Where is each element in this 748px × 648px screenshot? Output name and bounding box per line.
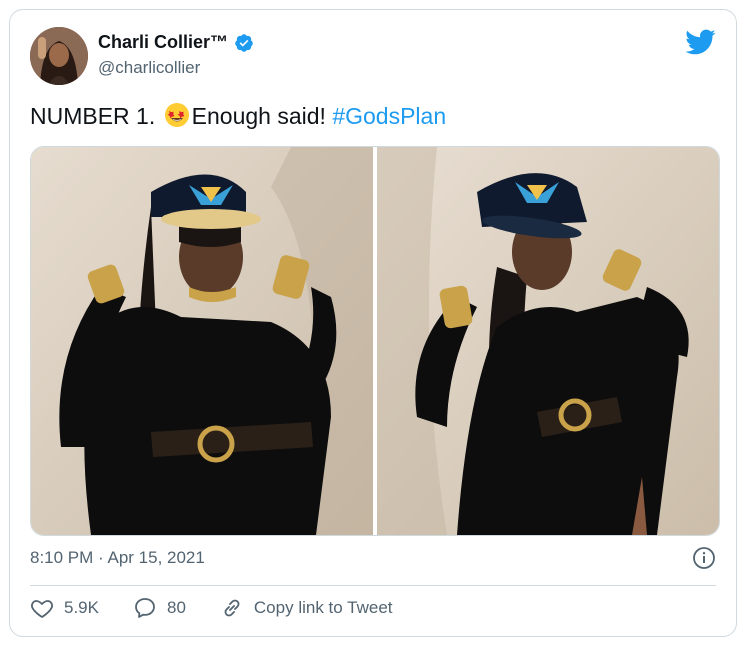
author-name[interactable]: Charli Collier™ (98, 32, 228, 53)
hashtag-link[interactable]: #GodsPlan (332, 103, 446, 129)
info-icon[interactable] (692, 546, 716, 570)
like-button[interactable]: 5.9K (30, 596, 99, 620)
avatar[interactable] (30, 27, 88, 85)
divider (30, 585, 716, 586)
author-handle[interactable]: @charlicollier (98, 58, 200, 78)
tweet-actions: 5.9K 80 Copy link to Tweet (30, 596, 427, 620)
star-struck-emoji-icon (164, 102, 190, 128)
photo-2[interactable] (376, 147, 719, 535)
tweet-text-part: NUMBER 1. (30, 103, 162, 129)
copy-link-label: Copy link to Tweet (253, 598, 393, 617)
tweet-timestamp[interactable]: 8:10 PM · Apr 15, 2021 (30, 548, 205, 568)
heart-icon (31, 600, 53, 618)
tweet-card[interactable]: Charli Collier™ @charlicollier NUMBER 1.… (9, 9, 737, 637)
tweet-text-part: Enough said! (191, 103, 333, 129)
tweet-text: NUMBER 1. Enough said! #GodsPlan (30, 102, 446, 130)
photo-1[interactable] (31, 147, 374, 535)
link-icon (224, 599, 240, 617)
speech-bubble-icon (135, 598, 155, 618)
tweet-media[interactable] (30, 146, 720, 536)
reply-button[interactable]: 80 (133, 596, 186, 620)
like-count: 5.9K (64, 598, 99, 617)
copy-link-button[interactable]: Copy link to Tweet (220, 596, 393, 620)
reply-count: 80 (166, 598, 186, 617)
twitter-bird-icon[interactable] (684, 26, 716, 58)
verified-badge-icon (234, 33, 254, 53)
